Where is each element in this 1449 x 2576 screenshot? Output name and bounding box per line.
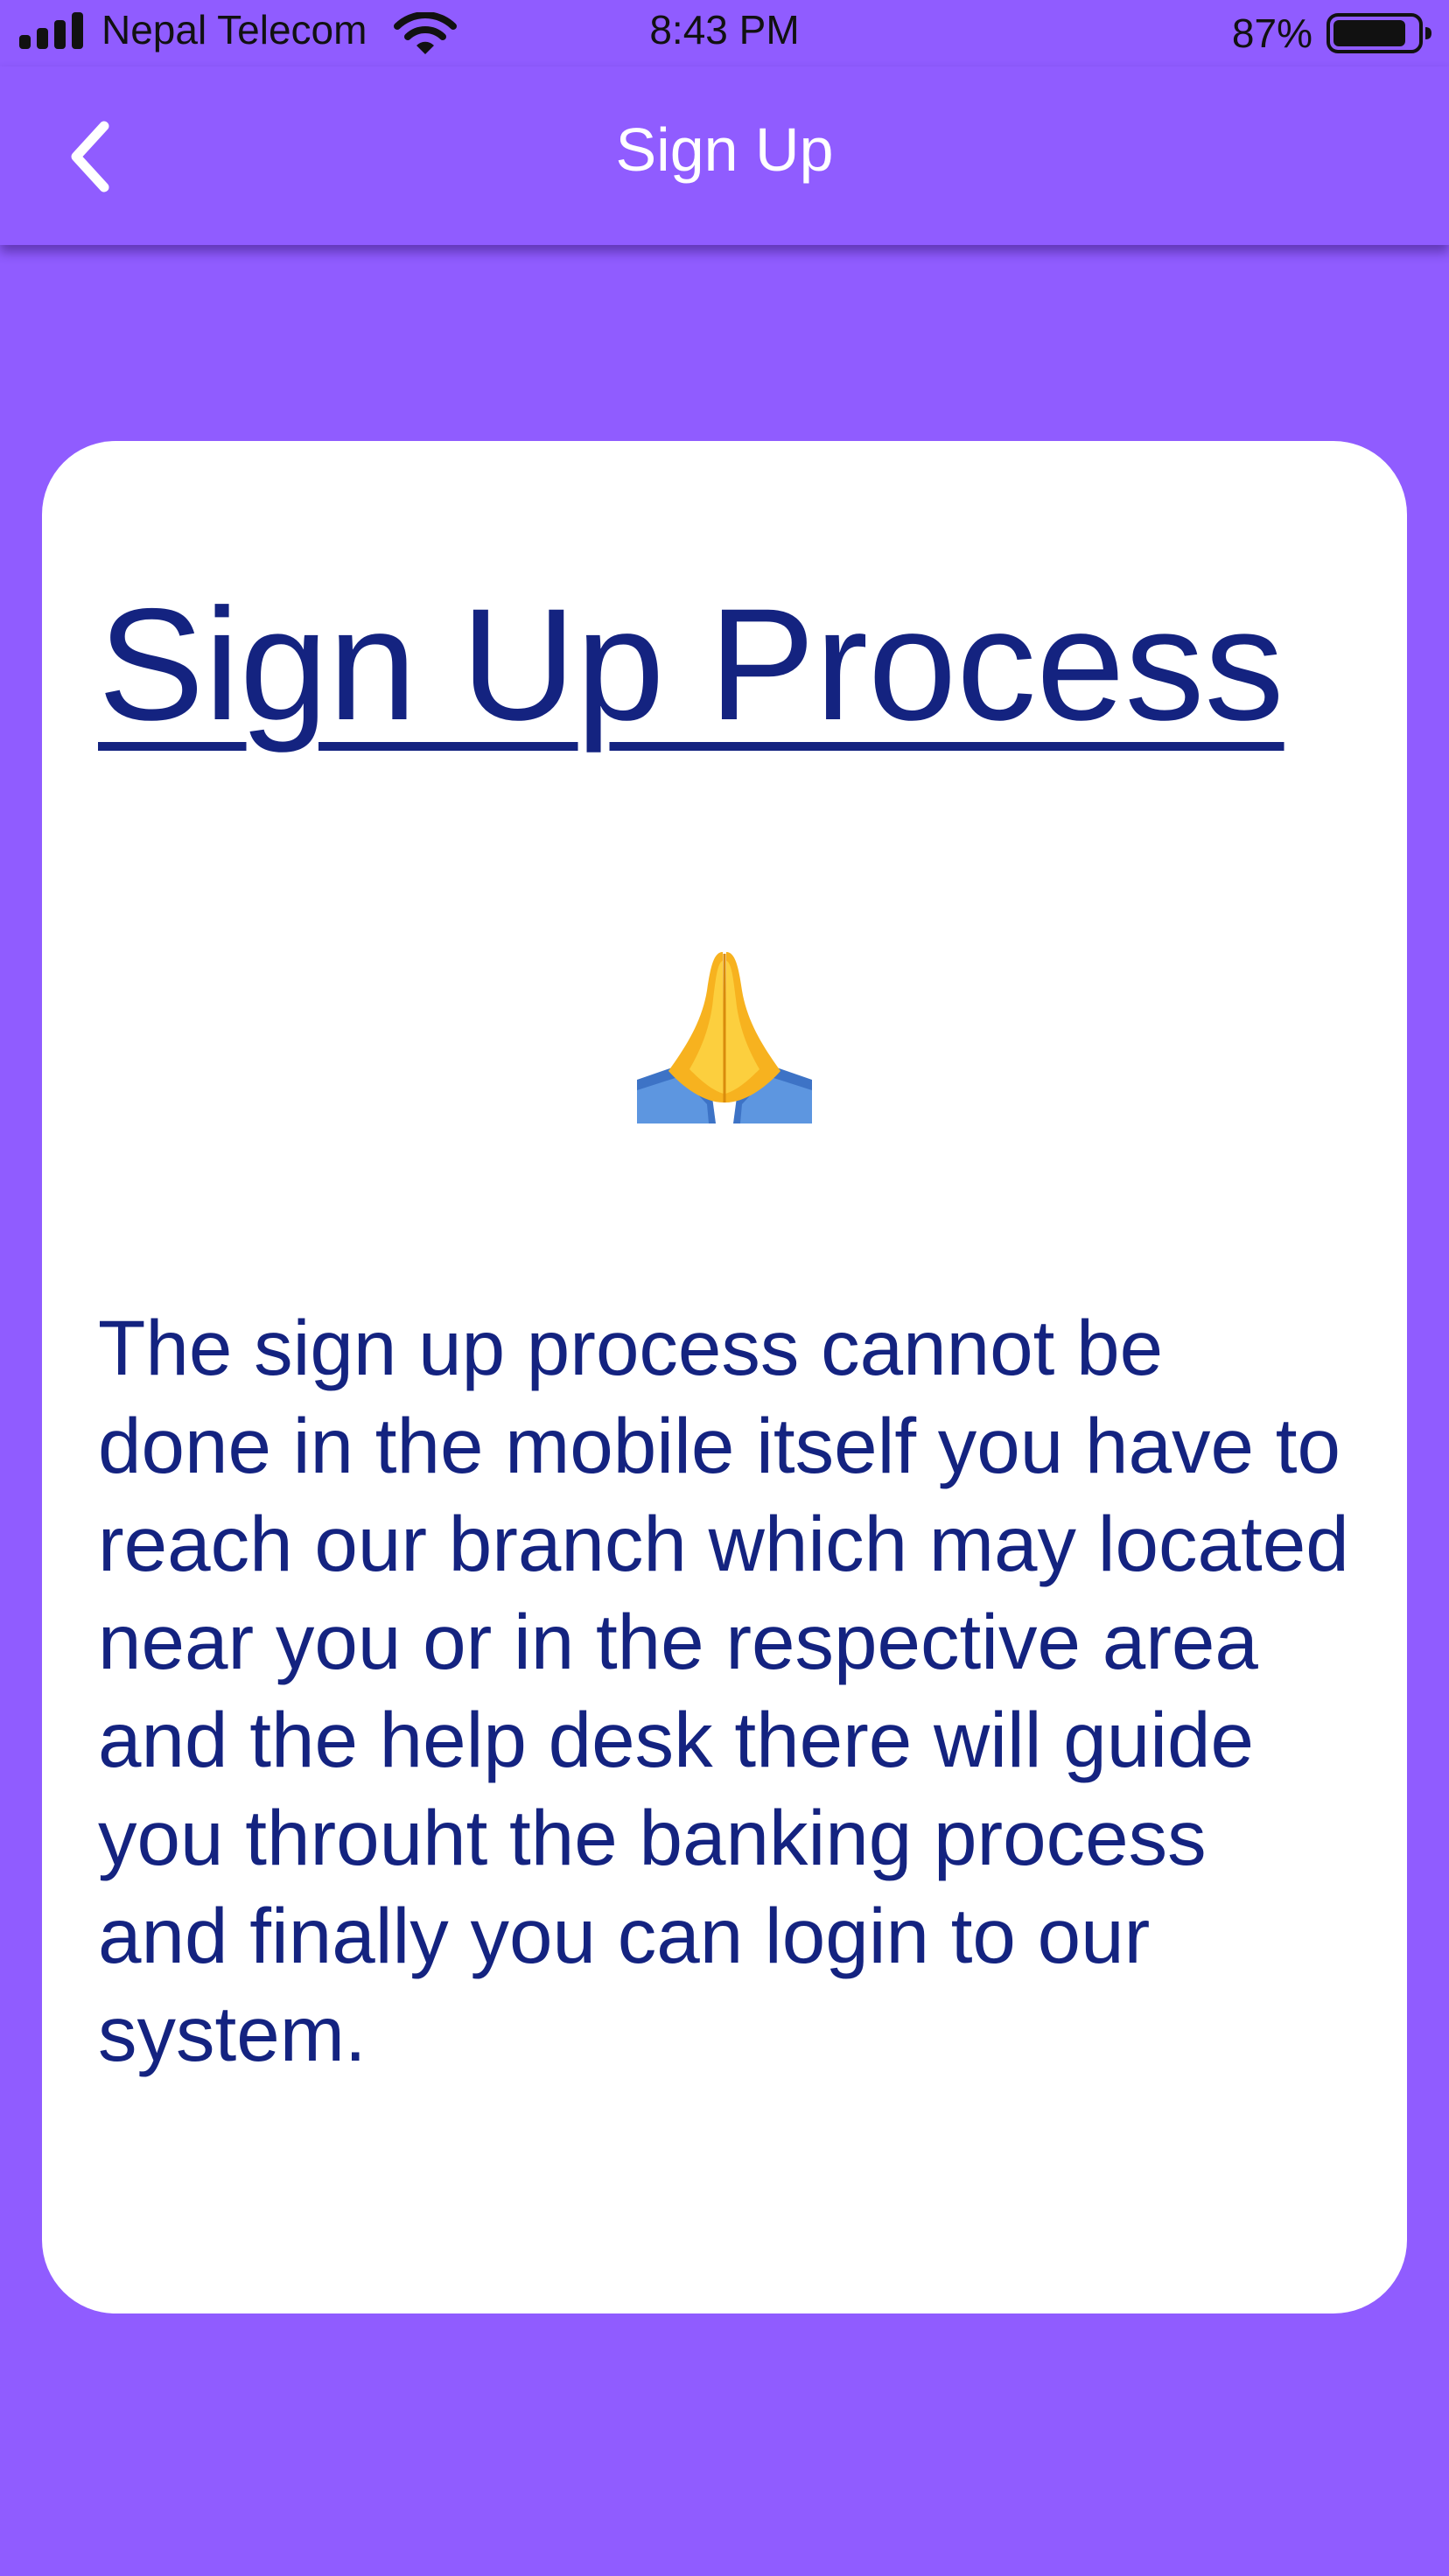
battery-percent: 87%: [1231, 10, 1312, 56]
chevron-left-icon: [71, 121, 109, 192]
folded-hands-icon: [637, 952, 812, 1124]
card-description: The sign up process cannot be done in th…: [98, 1304, 1349, 2077]
nav-bar: Sign Up: [0, 66, 1449, 245]
card-title: Sign Up Process: [98, 575, 1284, 753]
battery-icon: [1326, 13, 1432, 53]
info-card: Sign Up Process The sign up process cann…: [42, 441, 1407, 2314]
nav-title: Sign Up: [615, 116, 834, 184]
back-button[interactable]: [44, 108, 140, 205]
status-bar: Nepal Telecom 8:43 PM 87%: [0, 0, 1449, 66]
